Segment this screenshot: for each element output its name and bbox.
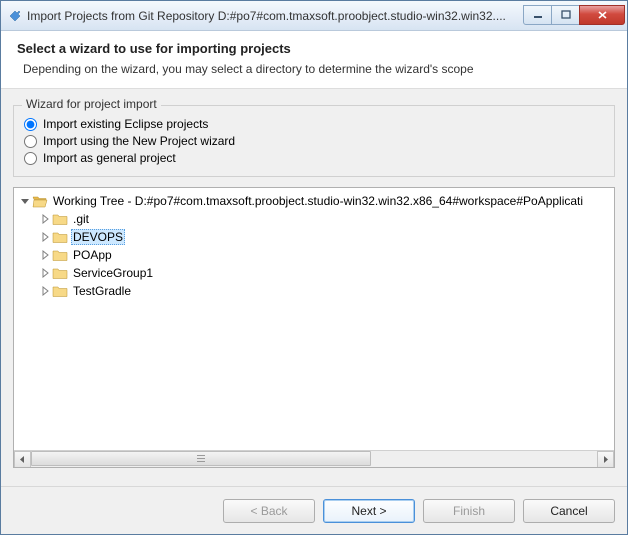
horizontal-scrollbar[interactable]	[14, 450, 614, 467]
folder-open-icon	[32, 194, 48, 208]
tree-item[interactable]: POApp	[14, 246, 614, 264]
spacer	[13, 468, 615, 486]
titlebar-text: Import Projects from Git Repository D:#p…	[27, 9, 524, 23]
back-button[interactable]: < Back	[223, 499, 315, 523]
import-wizard-group: Wizard for project import Import existin…	[13, 105, 615, 177]
radio-label: Import existing Eclipse projects	[43, 117, 208, 131]
finish-button[interactable]: Finish	[423, 499, 515, 523]
folder-icon	[52, 284, 68, 298]
titlebar[interactable]: Import Projects from Git Repository D:#p…	[1, 1, 627, 31]
tree-label: Working Tree - D:#po7#com.tmaxsoft.proob…	[51, 193, 585, 209]
group-legend: Wizard for project import	[22, 97, 161, 111]
scroll-track[interactable]	[31, 451, 597, 468]
expand-icon[interactable]	[38, 212, 52, 226]
folder-icon	[52, 212, 68, 226]
expand-icon[interactable]	[38, 284, 52, 298]
folder-icon	[52, 230, 68, 244]
radio-new-project-wizard[interactable]: Import using the New Project wizard	[24, 134, 604, 148]
wizard-footer: < Back Next > Finish Cancel	[1, 486, 627, 534]
app-icon	[7, 8, 23, 24]
minimize-button[interactable]	[523, 5, 552, 25]
folder-icon	[52, 266, 68, 280]
directory-tree: Working Tree - D:#po7#com.tmaxsoft.proob…	[13, 187, 615, 468]
tree-item[interactable]: TestGradle	[14, 282, 614, 300]
close-button[interactable]	[579, 5, 625, 25]
window-buttons	[524, 5, 625, 26]
tree-item[interactable]: .git	[14, 210, 614, 228]
radio-existing-eclipse[interactable]: Import existing Eclipse projects	[24, 117, 604, 131]
tree-root[interactable]: Working Tree - D:#po7#com.tmaxsoft.proob…	[14, 192, 614, 210]
scroll-thumb[interactable]	[31, 451, 371, 466]
folder-icon	[52, 248, 68, 262]
tree-item[interactable]: ServiceGroup1	[14, 264, 614, 282]
expand-icon[interactable]	[38, 266, 52, 280]
radio-input[interactable]	[24, 135, 37, 148]
expand-icon[interactable]	[38, 248, 52, 262]
radio-label: Import using the New Project wizard	[43, 134, 235, 148]
dialog-window: Import Projects from Git Repository D:#p…	[0, 0, 628, 535]
tree-label: TestGradle	[71, 283, 133, 299]
tree-label: POApp	[71, 247, 114, 263]
tree-label: ServiceGroup1	[71, 265, 155, 281]
expand-icon[interactable]	[38, 230, 52, 244]
tree-label: .git	[71, 211, 91, 227]
maximize-button[interactable]	[551, 5, 580, 25]
wizard-title: Select a wizard to use for importing pro…	[17, 41, 611, 56]
radio-input[interactable]	[24, 118, 37, 131]
radio-label: Import as general project	[43, 151, 176, 165]
wizard-subtitle: Depending on the wizard, you may select …	[23, 62, 611, 76]
wizard-header: Select a wizard to use for importing pro…	[1, 31, 627, 89]
wizard-body: Wizard for project import Import existin…	[1, 89, 627, 486]
scroll-left-button[interactable]	[14, 451, 31, 468]
tree-content: Working Tree - D:#po7#com.tmaxsoft.proob…	[14, 188, 614, 450]
tree-item[interactable]: DEVOPS	[14, 228, 614, 246]
scroll-right-button[interactable]	[597, 451, 614, 468]
tree-label: DEVOPS	[71, 229, 125, 245]
radio-general-project[interactable]: Import as general project	[24, 151, 604, 165]
cancel-button[interactable]: Cancel	[523, 499, 615, 523]
radio-input[interactable]	[24, 152, 37, 165]
next-button[interactable]: Next >	[323, 499, 415, 523]
collapse-icon[interactable]	[18, 194, 32, 208]
